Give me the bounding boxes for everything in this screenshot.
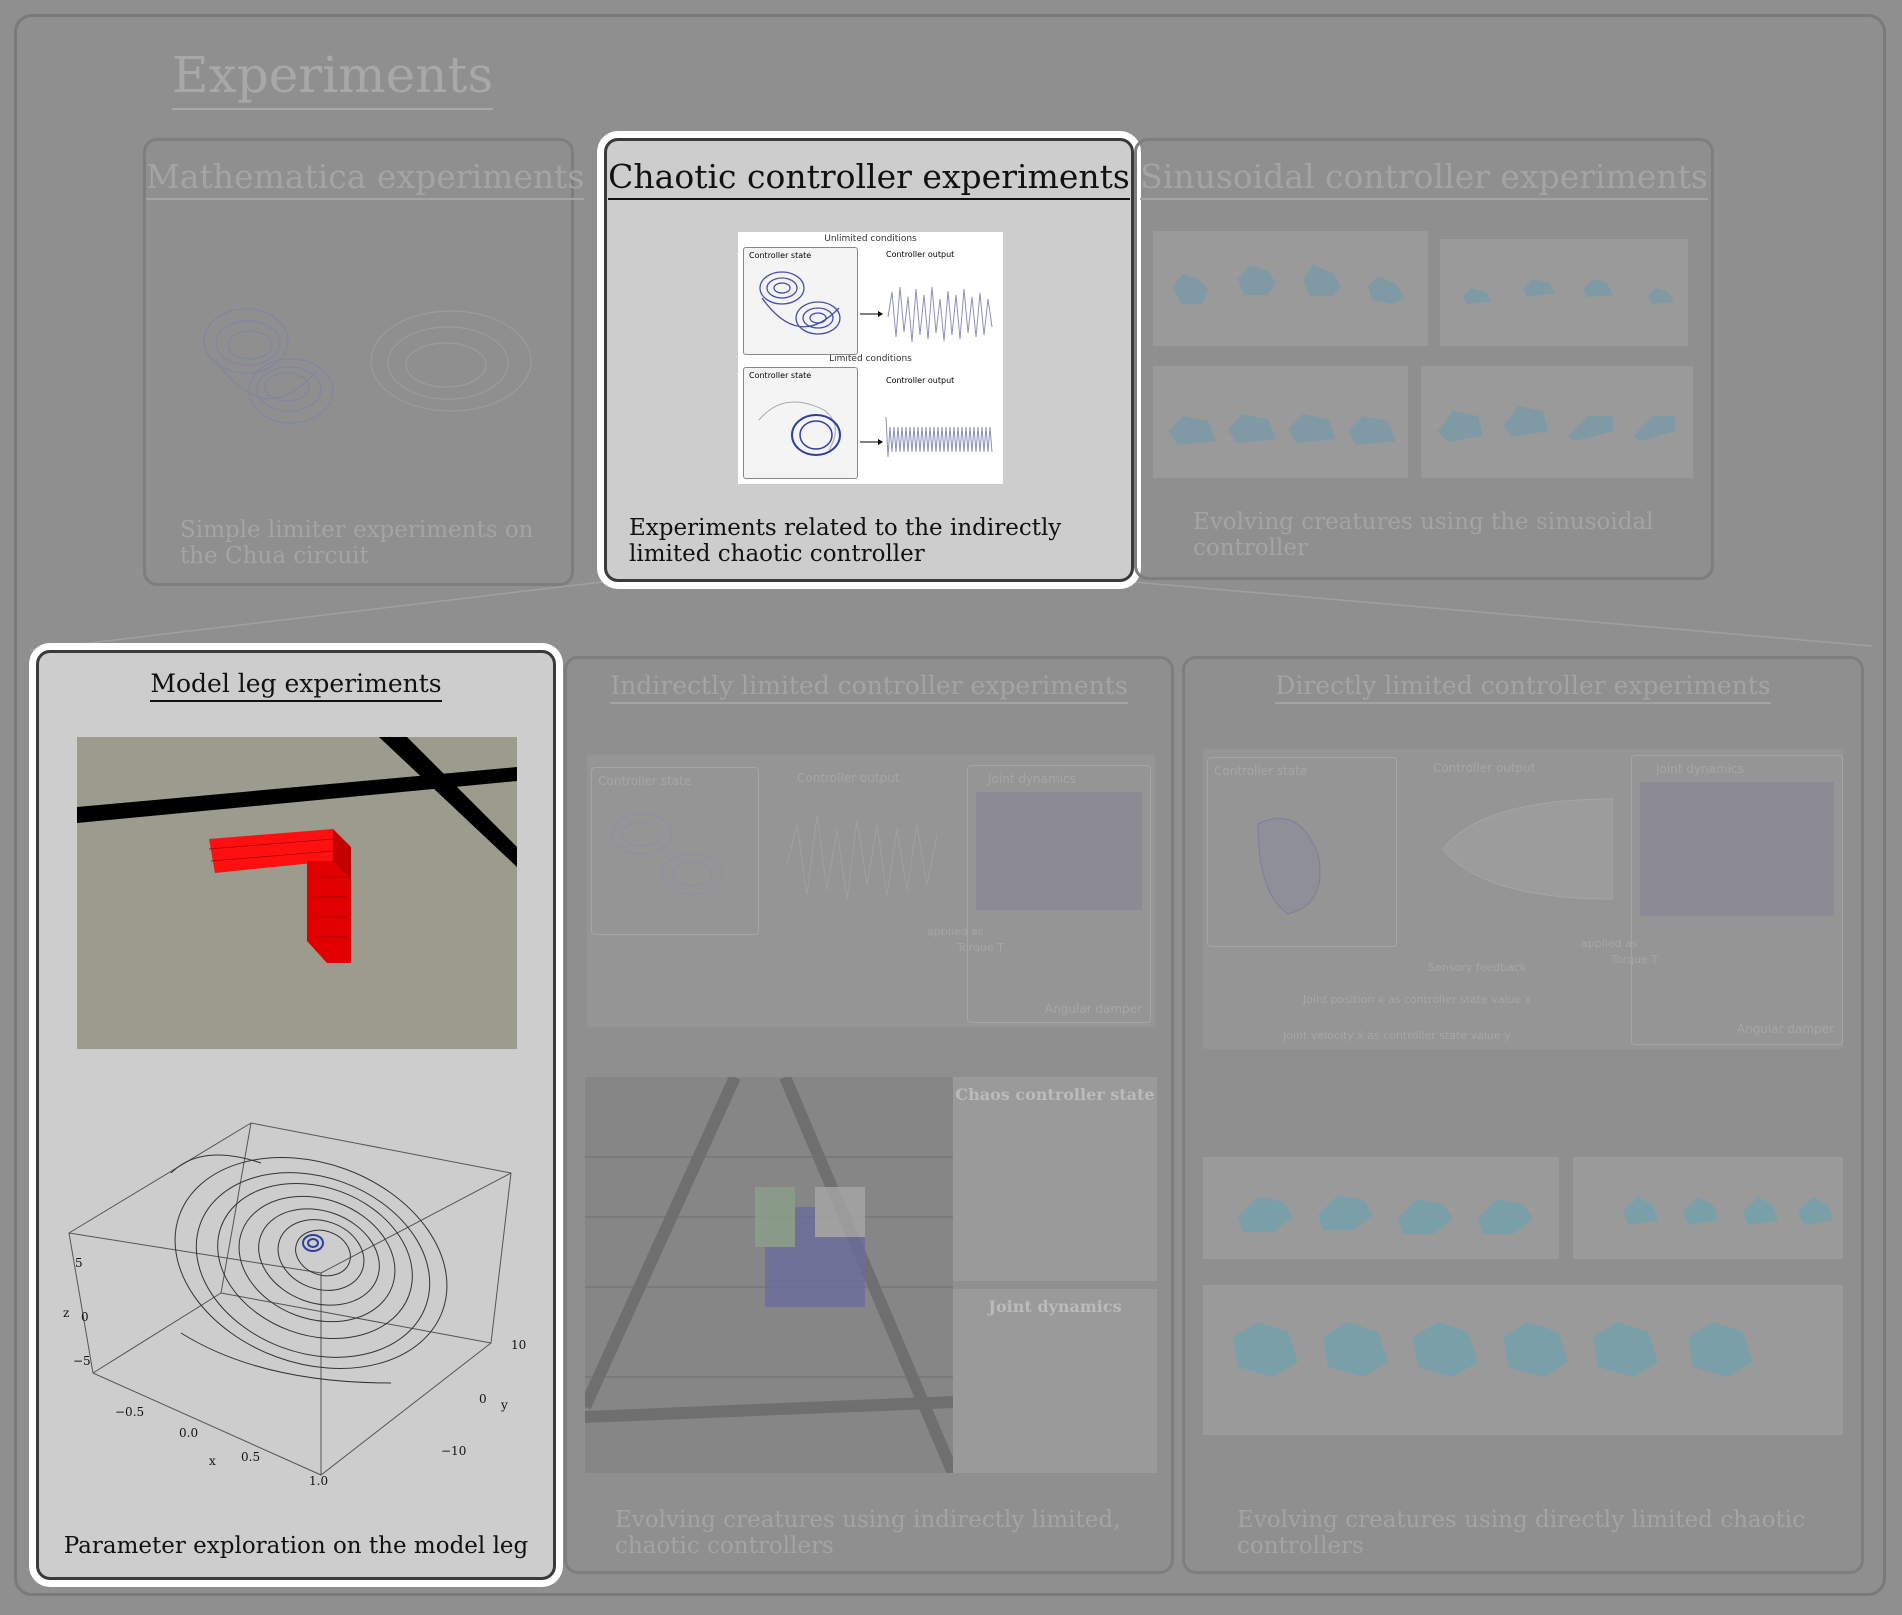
card-model-leg-experiments[interactable]: Model leg experiments 5 0 −5 z −0.5 0.0 …	[36, 650, 556, 1580]
y-tick: 10	[511, 1338, 526, 1352]
torque-label: Torque T	[957, 941, 1004, 954]
x-tick: 0.0	[179, 1426, 198, 1440]
x-tick: 1.0	[309, 1474, 328, 1488]
joint-box: Joint dynamics Angular damper	[967, 765, 1151, 1023]
card-directly-limited-experiments[interactable]: Directly limited controller experiments …	[1182, 656, 1864, 1574]
chaos-state-panel: Chaos controller state	[953, 1077, 1157, 1281]
state-label: Controller state	[749, 251, 812, 260]
card-title: Sinusoidal controller experiments	[1137, 157, 1711, 200]
y-axis-label: y	[500, 1398, 508, 1412]
card-caption: Evolving creatures using directly limite…	[1237, 1507, 1805, 1559]
sensory-label: Sensory feedback	[1428, 961, 1527, 974]
attractor-unlimited	[759, 271, 841, 335]
limited-attractor-icon	[1257, 817, 1321, 915]
joint-plot	[1640, 782, 1834, 916]
creature-simulation-render	[585, 1077, 953, 1473]
controller-output-plots: Controller output Controller output	[860, 250, 993, 458]
applied-label: applied as	[1581, 937, 1638, 950]
card-caption: Simple limiter experiments on the Chua c…	[180, 517, 534, 569]
chaos-state-label: Chaos controller state	[955, 1085, 1155, 1104]
joint-dynamics-label: Joint dynamics	[988, 1297, 1122, 1316]
output-label: Controller output	[1433, 761, 1536, 775]
card-indirectly-limited-experiments[interactable]: Indirectly limited controller experiment…	[564, 656, 1174, 1574]
torque-label: Torque T	[1611, 953, 1658, 966]
x-axis-label: x	[209, 1454, 216, 1468]
chua-attractor-figure	[203, 308, 532, 424]
z-axis-label: z	[63, 1306, 69, 1320]
attractor-icon	[611, 813, 723, 895]
card-caption: Evolving creatures using indirectly limi…	[615, 1507, 1121, 1559]
output-signal	[1443, 798, 1613, 900]
joint-plot	[976, 792, 1142, 910]
output-signal	[787, 814, 938, 901]
velocity-label: Joint velocity ẋ as controller state val…	[1283, 1029, 1511, 1042]
state-box: Controller state	[1207, 757, 1397, 947]
model-leg-render	[77, 737, 517, 1049]
state-label: Controller state	[1214, 764, 1308, 778]
direct-creatures-figure	[1203, 1157, 1843, 1435]
joint-box: Joint dynamics Angular damper	[1631, 755, 1843, 1045]
card-chaotic-controller-experiments[interactable]: Chaotic controller experiments Unlimited…	[604, 138, 1134, 582]
applied-label: applied as	[927, 925, 984, 938]
damper-label: Angular damper	[1736, 1022, 1834, 1036]
output-label-1: Controller output	[886, 250, 954, 259]
card-mathematica-experiments[interactable]: Mathematica experiments Simple limiter e…	[143, 138, 585, 586]
sinusoidal-creatures-figure	[1153, 231, 1693, 478]
card-caption: Evolving creatures using the sinusoidal …	[1193, 509, 1654, 561]
model-leg-3d-plot: 5 0 −5 z −0.5 0.0 0.5 1.0 x 10 0 −10 y	[63, 1122, 526, 1488]
card-caption: Experiments related to the indirectly li…	[629, 515, 1062, 567]
indirect-controller-diagram: Controller state Controller output Joint…	[587, 755, 1155, 1027]
joint-label: Joint dynamics	[988, 772, 1076, 786]
state-box: Controller state	[591, 767, 759, 935]
damper-label: Angular damper	[1044, 1002, 1142, 1016]
z-tick: 0	[81, 1310, 89, 1324]
label-unlimited: Unlimited conditions	[824, 234, 917, 244]
joint-label: Joint dynamics	[1656, 762, 1744, 776]
attractor-limited	[758, 401, 841, 456]
card-sinusoidal-controller-experiments[interactable]: Sinusoidal controller experiments Evolvi…	[1134, 138, 1714, 580]
output-label: Controller output	[797, 771, 900, 785]
controller-figure: Unlimited conditions Limited conditions …	[738, 232, 1003, 484]
controller-state-box: Controller state	[743, 247, 858, 355]
card-title: Mathematica experiments	[146, 157, 585, 200]
card-title: Indirectly limited controller experiment…	[567, 671, 1171, 704]
card-title: Model leg experiments	[39, 669, 553, 702]
output-label-2: Controller output	[886, 376, 954, 385]
y-tick: 0	[479, 1392, 487, 1406]
state-label: Controller state	[598, 774, 692, 788]
controller-state-box-limited: Controller state	[743, 367, 858, 479]
state-label: Controller state	[749, 371, 812, 380]
z-tick: −5	[73, 1354, 91, 1368]
x-tick: 0.5	[241, 1450, 260, 1464]
z-tick: 5	[75, 1256, 83, 1270]
card-title: Directly limited controller experiments	[1185, 671, 1861, 704]
card-title: Chaotic controller experiments	[607, 157, 1131, 200]
direct-controller-diagram: Controller state Controller output Joint…	[1203, 749, 1843, 1049]
position-label: Joint position x as controller state val…	[1303, 993, 1532, 1006]
x-tick: −0.5	[115, 1405, 144, 1419]
y-tick: −10	[441, 1444, 466, 1458]
card-caption: Parameter exploration on the model leg	[63, 1533, 529, 1559]
joint-dynamics-panel: Joint dynamics	[953, 1289, 1157, 1473]
